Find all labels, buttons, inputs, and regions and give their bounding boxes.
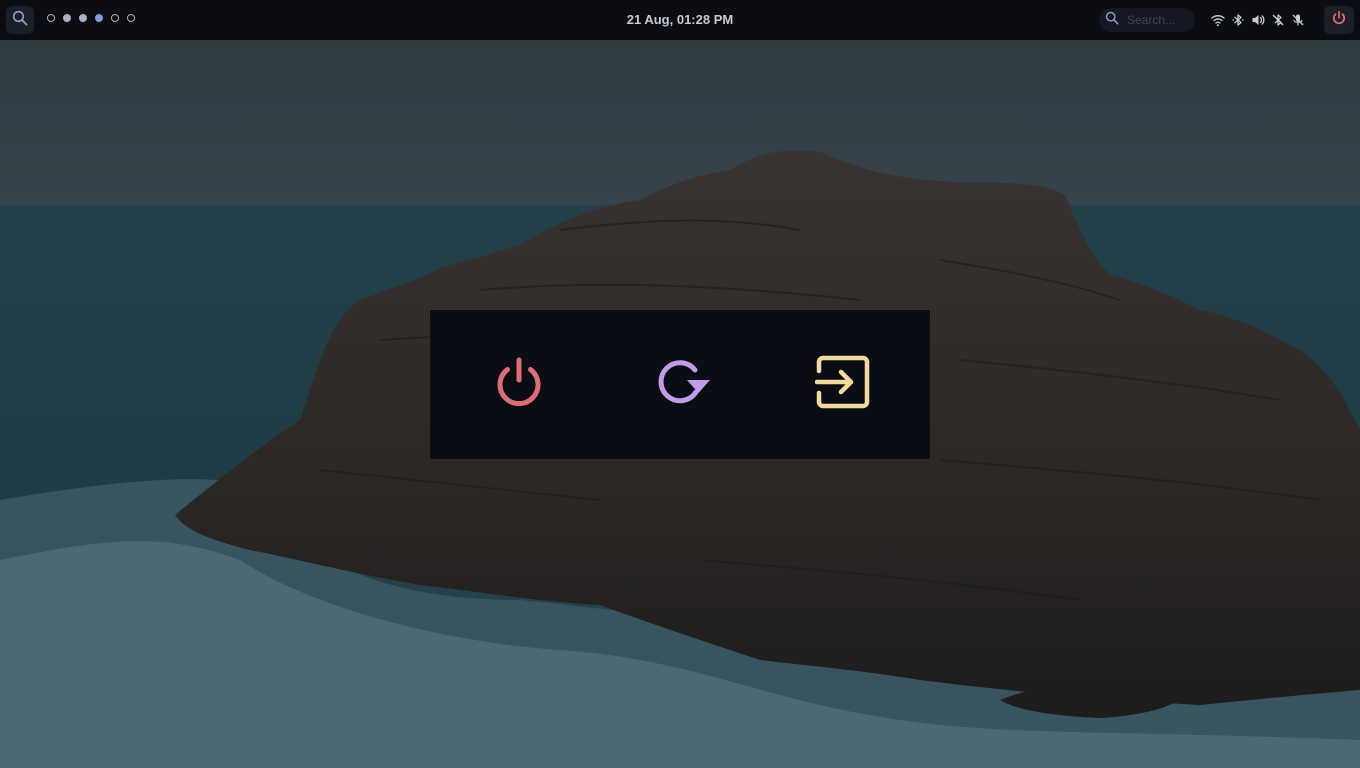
search-icon <box>1105 11 1119 30</box>
workspace-3[interactable] <box>79 14 87 22</box>
shutdown-button[interactable] <box>436 310 602 459</box>
launcher-search-button[interactable] <box>6 6 34 34</box>
wifi-icon[interactable] <box>1210 11 1225 28</box>
search-box[interactable] <box>1099 8 1195 32</box>
workspace-indicator <box>47 14 135 22</box>
power-icon <box>1331 10 1347 31</box>
top-bar: 21 Aug, 01:28 PM <box>0 0 1360 40</box>
workspace-6[interactable] <box>127 14 135 22</box>
logout-button[interactable] <box>760 310 926 459</box>
search-input[interactable] <box>1125 12 1191 28</box>
workspace-5[interactable] <box>111 14 119 22</box>
search-icon <box>12 10 28 31</box>
volume-icon[interactable] <box>1250 11 1265 28</box>
reboot-button[interactable] <box>600 310 766 459</box>
power-button[interactable] <box>1324 6 1354 34</box>
bluetooth-off-icon[interactable] <box>1270 11 1285 28</box>
reboot-icon <box>653 356 713 413</box>
system-tray <box>1210 11 1305 28</box>
clock[interactable]: 21 Aug, 01:28 PM <box>627 12 733 27</box>
workspace-2[interactable] <box>63 14 71 22</box>
workspace-4[interactable] <box>95 14 103 22</box>
bluetooth-icon[interactable] <box>1230 11 1245 28</box>
logout-icon <box>814 354 871 415</box>
mic-off-icon[interactable] <box>1290 11 1305 28</box>
shutdown-icon <box>493 356 545 413</box>
power-menu <box>430 310 930 459</box>
workspace-1[interactable] <box>47 14 55 22</box>
